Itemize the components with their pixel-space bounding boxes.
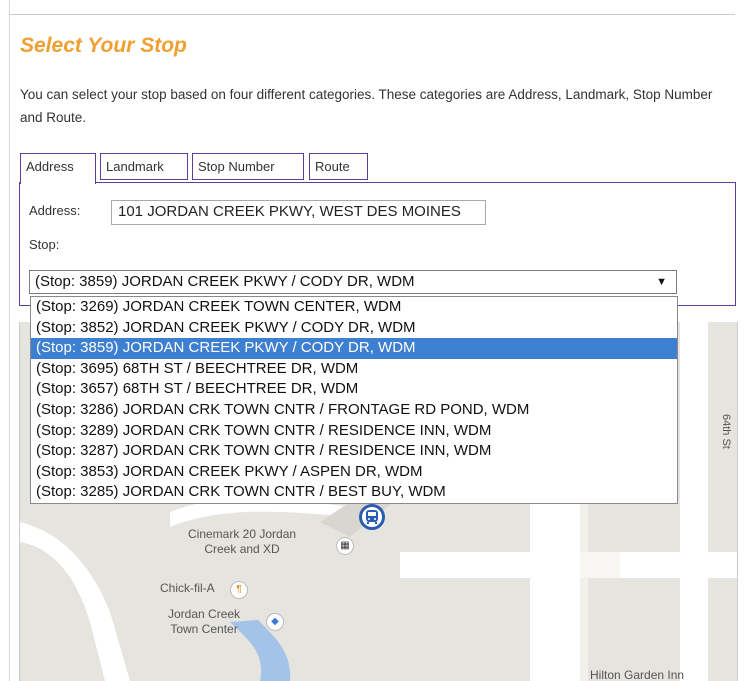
stop-select[interactable]: (Stop: 3859) JORDAN CREEK PKWY / CODY DR… xyxy=(29,270,677,294)
tab-landmark-label: Landmark xyxy=(106,159,164,174)
street-64th-label: 64th St xyxy=(720,414,732,449)
stop-select-value: (Stop: 3859) JORDAN CREEK PKWY / CODY DR… xyxy=(35,273,415,290)
stop-option[interactable]: (Stop: 3859) JORDAN CREEK PKWY / CODY DR… xyxy=(31,338,677,359)
stop-option[interactable]: (Stop: 3269) JORDAN CREEK TOWN CENTER, W… xyxy=(31,297,677,318)
restaurant-icon: ¶ xyxy=(230,581,248,599)
page-left-border xyxy=(9,0,10,681)
chickfila-label: Chick-fil-A xyxy=(160,581,215,595)
tab-address-label: Address xyxy=(26,159,74,174)
shopping-icon: ◆ xyxy=(266,613,284,631)
cinemark-label: Cinemark 20 Jordan Creek and XD xyxy=(188,527,297,556)
stop-option[interactable]: (Stop: 3287) JORDAN CRK TOWN CNTR / RESI… xyxy=(31,441,677,462)
stop-option[interactable]: (Stop: 3285) JORDAN CRK TOWN CNTR / BEST… xyxy=(31,482,677,503)
map-road-64th xyxy=(680,322,708,681)
hilton-label: Hilton Garden Inn xyxy=(590,668,685,681)
tab-stop-number[interactable]: Stop Number xyxy=(192,153,304,180)
intro-text: You can select your stop based on four d… xyxy=(20,87,713,125)
tab-stop-number-label: Stop Number xyxy=(198,159,275,174)
stop-option[interactable]: (Stop: 3657) 68TH ST / BEECHTREE DR, WDM xyxy=(31,379,677,400)
dropdown-arrow-icon: ▼ xyxy=(656,276,667,288)
stop-option[interactable]: (Stop: 3289) JORDAN CRK TOWN CNTR / RESI… xyxy=(31,421,677,442)
bus-stop-icon[interactable] xyxy=(359,504,385,530)
tab-address[interactable]: Address xyxy=(20,153,96,184)
tab-route-label: Route xyxy=(315,159,350,174)
stop-option[interactable]: (Stop: 3695) 68TH ST / BEECHTREE DR, WDM xyxy=(31,359,677,380)
address-input[interactable]: 101 JORDAN CREEK PKWY, WEST DES MOINES xyxy=(111,200,486,225)
stop-dropdown-list[interactable]: (Stop: 3269) JORDAN CREEK TOWN CENTER, W… xyxy=(30,296,678,504)
stop-option[interactable]: (Stop: 3286) JORDAN CRK TOWN CNTR / FRON… xyxy=(31,400,677,421)
header-divider xyxy=(9,14,735,15)
town-center-label: Jordan Creek Town Center xyxy=(168,607,241,636)
movie-theater-icon: ▦ xyxy=(336,537,354,555)
tab-landmark[interactable]: Landmark xyxy=(100,153,188,180)
tab-route[interactable]: Route xyxy=(309,153,368,180)
stop-option[interactable]: (Stop: 3853) JORDAN CREEK PKWY / ASPEN D… xyxy=(31,462,677,483)
address-label: Address: xyxy=(29,203,81,218)
stop-label: Stop: xyxy=(29,237,60,252)
stop-option[interactable]: (Stop: 3852) JORDAN CREEK PKWY / CODY DR… xyxy=(31,318,677,339)
page-title: Select Your Stop xyxy=(20,34,187,57)
